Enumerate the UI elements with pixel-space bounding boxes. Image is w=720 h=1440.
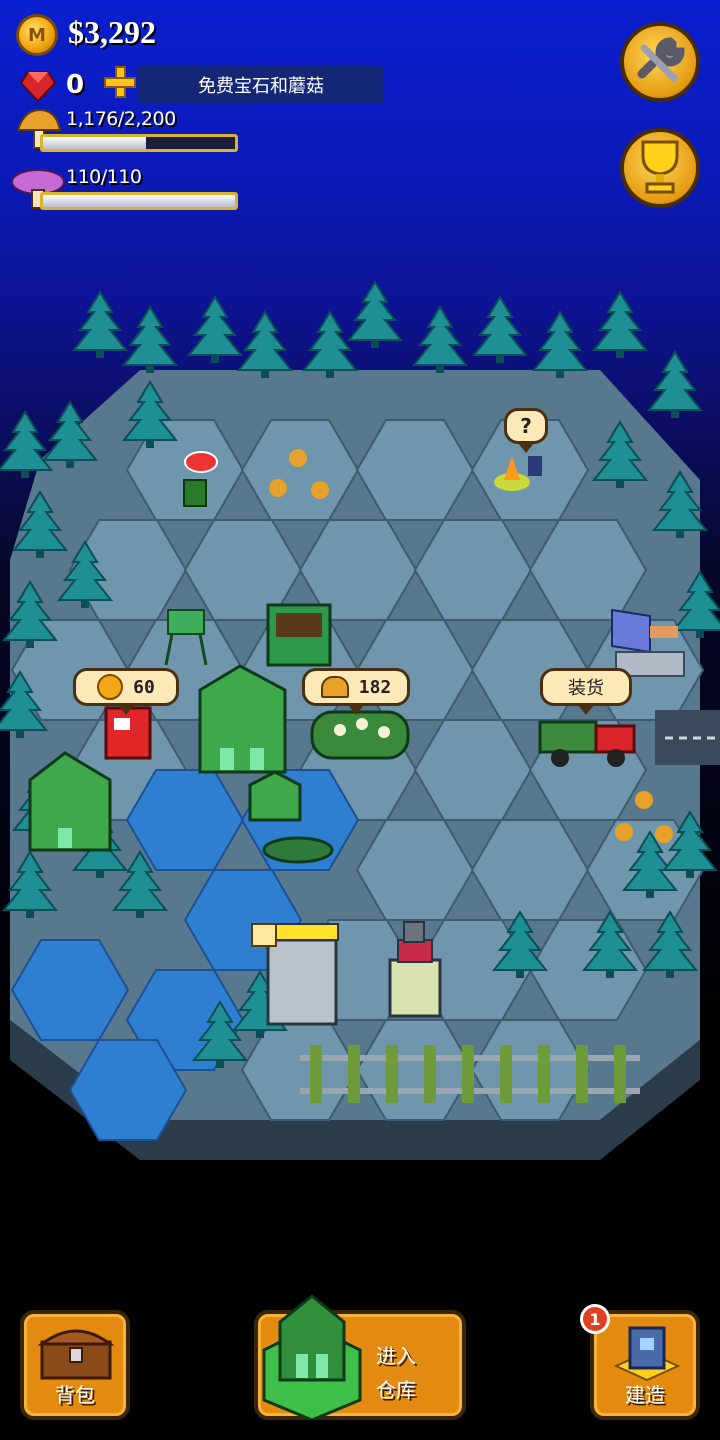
hex-map-scene	[0, 281, 720, 1160]
hud: M $3,292 0 免费宝石和蘑菇 1,176/2,200 110/110	[0, 0, 720, 230]
mushroom-income-value: 182	[358, 676, 392, 698]
backpack-label: 背包	[55, 1383, 95, 1407]
vending-machine[interactable]	[104, 706, 152, 760]
plus-icon[interactable]	[102, 64, 138, 100]
quest-bubble[interactable]: ?	[504, 408, 548, 453]
build-label: 建造	[625, 1383, 665, 1407]
mushroom-icon	[320, 676, 349, 698]
mushroom-count-label: 1,176/2,200	[66, 108, 176, 130]
energy-progress-fill	[43, 195, 235, 207]
coin-icon: M	[16, 14, 58, 56]
free-gems-mushrooms-button[interactable]: 免费宝石和蘑菇	[138, 66, 384, 104]
load-cargo-bubble[interactable]: 装货	[540, 668, 632, 715]
trophy-icon	[641, 140, 679, 194]
treasure-chest-icon	[38, 1329, 114, 1380]
warehouse-label-line2: 仓库	[376, 1378, 416, 1402]
gem-counter: 0	[66, 70, 85, 100]
wrench-icon	[637, 37, 685, 82]
settings-button[interactable]	[620, 22, 700, 102]
build-notification-badge: 1	[580, 1304, 610, 1334]
mushroom-progress-fill	[43, 137, 146, 149]
mushroom-log[interactable]	[310, 710, 410, 760]
backpack-button[interactable]: 背包	[20, 1310, 130, 1420]
gem-icon	[20, 71, 56, 102]
build-box-icon	[613, 1326, 681, 1382]
coin-icon	[97, 674, 124, 700]
money-counter: $3,292	[68, 14, 156, 50]
energy-progress-bar	[40, 192, 238, 210]
mushroom-income-bubble[interactable]: 182	[302, 668, 410, 715]
mushroom-progress-bar	[40, 134, 238, 152]
mushroom-house[interactable]	[198, 664, 287, 774]
achievements-button[interactable]	[620, 128, 700, 208]
game-map[interactable]: 60 182 装货 ?	[0, 260, 720, 1200]
coin-income-bubble[interactable]: 60	[73, 668, 179, 715]
coin-income-value: 60	[133, 676, 155, 698]
enter-warehouse-button[interactable]: 进入 仓库	[254, 1294, 466, 1420]
warehouse-label-line1: 进入	[376, 1344, 416, 1368]
warehouse-icon	[262, 1294, 362, 1420]
energy-count-label: 110/110	[66, 166, 142, 188]
